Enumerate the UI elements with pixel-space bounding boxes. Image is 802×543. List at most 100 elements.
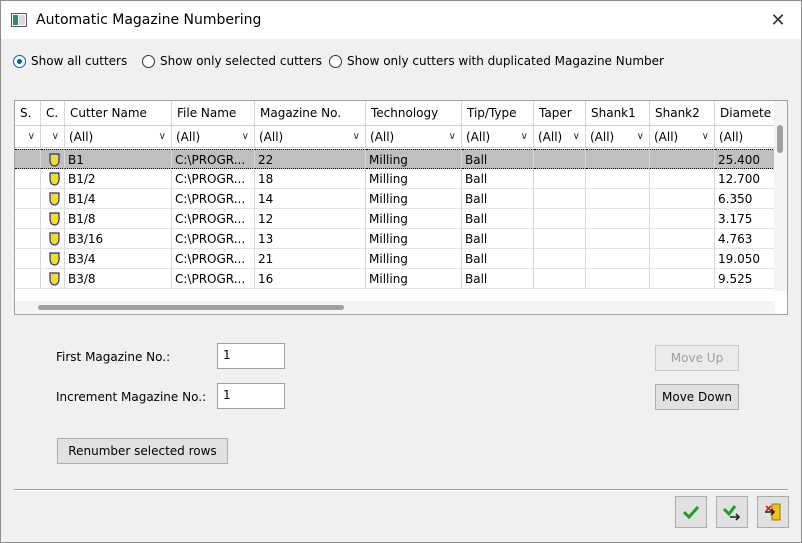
cancel-button[interactable]	[757, 496, 789, 528]
cell-s[interactable]	[15, 169, 41, 189]
cell-file-name[interactable]: C:\PROGR...	[172, 229, 255, 249]
filter-dropdown-shank1[interactable]: (All) ∨	[586, 126, 650, 148]
cell-taper[interactable]	[534, 229, 586, 249]
column-header-diameter[interactable]: Diamete	[715, 101, 775, 126]
cell-magazine-no[interactable]: 13	[255, 229, 366, 249]
cell-magazine-no[interactable]: 16	[255, 269, 366, 289]
table-row[interactable]: B3/8 C:\PROGR... 16 Milling Ball 9.525	[15, 269, 775, 289]
cell-s[interactable]	[15, 149, 41, 169]
cell-cutter-name[interactable]: B1/4	[65, 189, 172, 209]
ok-button[interactable]	[675, 496, 707, 528]
scrollbar-thumb[interactable]	[38, 305, 344, 310]
cell-technology[interactable]: Milling	[366, 149, 462, 169]
cell-cutter-name[interactable]: B1/8	[65, 209, 172, 229]
cell-shank2[interactable]	[650, 149, 715, 169]
cell-technology[interactable]: Milling	[366, 209, 462, 229]
column-header-magazine-no[interactable]: Magazine No.	[255, 101, 366, 126]
cell-shank2[interactable]	[650, 189, 715, 209]
table-row[interactable]: B3/16 C:\PROGR... 13 Milling Ball 4.763	[15, 229, 775, 249]
cell-cutter-name[interactable]: B3/16	[65, 229, 172, 249]
filter-dropdown-taper[interactable]: (All) ∨	[534, 126, 586, 148]
cell-taper[interactable]	[534, 249, 586, 269]
cell-magazine-no[interactable]: 12	[255, 209, 366, 229]
cell-tip-type[interactable]: Ball	[462, 229, 534, 249]
cell-technology[interactable]: Milling	[366, 169, 462, 189]
column-header-c[interactable]: C.	[41, 101, 65, 126]
table-row[interactable]: B1/4 C:\PROGR... 14 Milling Ball 6.350	[15, 189, 775, 209]
cell-technology[interactable]: Milling	[366, 229, 462, 249]
cell-s[interactable]	[15, 189, 41, 209]
cell-magazine-no[interactable]: 14	[255, 189, 366, 209]
horizontal-scrollbar[interactable]	[15, 301, 775, 314]
filter-dropdown-s[interactable]: ∨	[15, 126, 41, 148]
column-header-taper[interactable]: Taper	[534, 101, 586, 126]
cell-technology[interactable]: Milling	[366, 269, 462, 289]
cell-file-name[interactable]: C:\PROGR...	[172, 209, 255, 229]
cell-taper[interactable]	[534, 189, 586, 209]
radio-show-duplicated[interactable]: Show only cutters with duplicated Magazi…	[329, 54, 664, 68]
cell-file-name[interactable]: C:\PROGR...	[172, 149, 255, 169]
cell-magazine-no[interactable]: 22	[255, 149, 366, 169]
cell-s[interactable]	[15, 229, 41, 249]
filter-dropdown-diameter[interactable]: (All)	[715, 126, 775, 148]
cell-shank1[interactable]	[586, 229, 650, 249]
table-row[interactable]: B1/8 C:\PROGR... 12 Milling Ball 3.175	[15, 209, 775, 229]
filter-dropdown-technology[interactable]: (All) ∨	[366, 126, 462, 148]
filter-dropdown-magazine-no[interactable]: (All) ∨	[255, 126, 366, 148]
renumber-selected-rows-button[interactable]: Renumber selected rows	[57, 438, 228, 464]
cell-file-name[interactable]: C:\PROGR...	[172, 249, 255, 269]
column-header-cutter-name[interactable]: Cutter Name	[65, 101, 172, 126]
radio-show-selected[interactable]: Show only selected cutters	[142, 54, 322, 68]
scrollbar-thumb[interactable]	[777, 125, 783, 153]
cell-c[interactable]	[41, 169, 65, 189]
cell-shank1[interactable]	[586, 209, 650, 229]
cell-shank2[interactable]	[650, 169, 715, 189]
vertical-scrollbar[interactable]	[774, 101, 787, 291]
column-header-technology[interactable]: Technology	[366, 101, 462, 126]
cell-taper[interactable]	[534, 209, 586, 229]
cell-shank2[interactable]	[650, 249, 715, 269]
cell-tip-type[interactable]: Ball	[462, 269, 534, 289]
cell-cutter-name[interactable]: B3/8	[65, 269, 172, 289]
cell-s[interactable]	[15, 249, 41, 269]
cell-diameter[interactable]: 3.175	[715, 209, 775, 229]
filter-dropdown-c[interactable]: ∨	[41, 126, 65, 148]
first-magazine-input[interactable]: 1	[217, 343, 285, 369]
filter-dropdown-shank2[interactable]: (All) ∨	[650, 126, 715, 148]
column-header-tip-type[interactable]: Tip/Type	[462, 101, 534, 126]
increment-magazine-input[interactable]: 1	[217, 383, 285, 409]
cell-tip-type[interactable]: Ball	[462, 169, 534, 189]
cell-c[interactable]	[41, 229, 65, 249]
column-header-file-name[interactable]: File Name	[172, 101, 255, 126]
radio-show-all[interactable]: Show all cutters	[13, 54, 127, 68]
cell-shank1[interactable]	[586, 189, 650, 209]
cell-diameter[interactable]: 12.700	[715, 169, 775, 189]
cell-shank2[interactable]	[650, 269, 715, 289]
cell-tip-type[interactable]: Ball	[462, 189, 534, 209]
cell-tip-type[interactable]: Ball	[462, 209, 534, 229]
move-up-button[interactable]: Move Up	[655, 345, 739, 371]
cell-technology[interactable]: Milling	[366, 189, 462, 209]
cell-file-name[interactable]: C:\PROGR...	[172, 269, 255, 289]
cell-file-name[interactable]: C:\PROGR...	[172, 189, 255, 209]
cell-diameter[interactable]: 4.763	[715, 229, 775, 249]
filter-dropdown-tip-type[interactable]: (All) ∨	[462, 126, 534, 148]
column-header-shank2[interactable]: Shank2	[650, 101, 715, 126]
cell-c[interactable]	[41, 149, 65, 169]
cell-file-name[interactable]: C:\PROGR...	[172, 169, 255, 189]
filter-dropdown-cutter-name[interactable]: (All) ∨	[65, 126, 172, 148]
cell-shank2[interactable]	[650, 229, 715, 249]
cell-taper[interactable]	[534, 149, 586, 169]
cell-c[interactable]	[41, 209, 65, 229]
cell-magazine-no[interactable]: 18	[255, 169, 366, 189]
cell-c[interactable]	[41, 189, 65, 209]
cell-cutter-name[interactable]: B1/2	[65, 169, 172, 189]
cell-tip-type[interactable]: Ball	[462, 149, 534, 169]
close-button[interactable]: ✕	[755, 1, 801, 39]
cell-shank1[interactable]	[586, 249, 650, 269]
table-row[interactable]: B1/2 C:\PROGR... 18 Milling Ball 12.700	[15, 169, 775, 189]
cell-tip-type[interactable]: Ball	[462, 249, 534, 269]
cell-s[interactable]	[15, 209, 41, 229]
cell-shank1[interactable]	[586, 149, 650, 169]
cell-c[interactable]	[41, 249, 65, 269]
